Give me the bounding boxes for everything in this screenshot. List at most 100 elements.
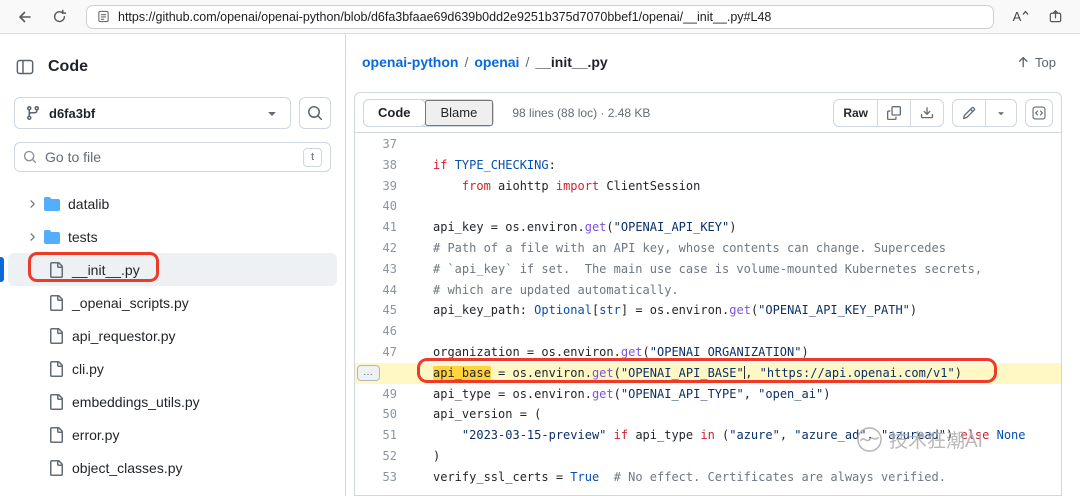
tree-item-label: tests — [68, 229, 98, 245]
code-line: 53 verify_ssl_certs = True # No effect. C… — [355, 467, 1061, 488]
file-icon — [48, 328, 64, 344]
tree-item-label: embeddings_utils.py — [72, 394, 200, 410]
breadcrumb-repo-link[interactable]: openai-python — [362, 54, 458, 70]
line-number[interactable]: 37 — [355, 134, 397, 155]
code-symbol-icon — [1032, 106, 1046, 120]
tree-item-label: datalib — [68, 196, 109, 212]
tree-item[interactable]: _openai_scripts.py — [8, 286, 337, 319]
breadcrumb-file-name: __init__.py — [535, 54, 607, 70]
sidebar-title: Code — [48, 58, 88, 76]
code-line-text: "2023-03-15-preview" if api_type in ("az… — [433, 425, 1026, 446]
tree-item[interactable]: __init__.py — [8, 253, 337, 286]
tree-item[interactable]: api_requestor.py — [8, 319, 337, 352]
git-branch-icon — [25, 105, 41, 121]
file-icon — [48, 361, 64, 377]
branch-selector-button[interactable]: d6fa3bf — [14, 97, 291, 129]
line-number[interactable]: 52 — [355, 446, 397, 467]
tree-item[interactable]: embeddings_utils.py — [8, 385, 337, 418]
code-line: 46 — [355, 321, 1061, 342]
code-line: 45 api_key_path: Optional[str] = os.envir… — [355, 300, 1061, 321]
chevron-right-icon — [26, 231, 38, 243]
arrow-up-icon — [1016, 55, 1030, 69]
go-to-file-placeholder: Go to file — [45, 149, 295, 165]
file-view-main: openai-python / openai / __init__.py Top… — [346, 34, 1080, 496]
code-line: 43# `api_key` if set. The main use case … — [355, 259, 1061, 280]
line-number[interactable]: 41 — [355, 217, 397, 238]
code-line-text: organization = os.environ.get("OPENAI_OR… — [433, 342, 809, 363]
code-line: 44# which are updated automatically. — [355, 280, 1061, 301]
code-lines: 3738 if TYPE_CHECKING: 39 from aiohttp imp… — [355, 133, 1061, 488]
refresh-icon[interactable] — [46, 4, 72, 30]
breadcrumb-dir-link[interactable]: openai — [474, 54, 519, 70]
file-meta-info: 98 lines (88 loc) · 2.48 KB — [512, 106, 650, 120]
code-line: 49 api_type = os.environ.get("OPENAI_API_… — [355, 384, 1061, 405]
go-to-file-input[interactable]: Go to file t — [14, 142, 331, 172]
tree-item-label: object_classes.py — [72, 460, 183, 476]
search-this-repo-button[interactable] — [299, 97, 331, 129]
read-aloud-icon[interactable]: A — [1008, 4, 1034, 30]
file-toolbar: Code Blame 98 lines (88 loc) · 2.48 KB R… — [355, 93, 1061, 133]
code-blame-switcher: Code Blame — [363, 99, 494, 127]
line-number[interactable]: 49 — [355, 384, 397, 405]
code-line: 37 — [355, 134, 1061, 155]
line-number[interactable]: 38 — [355, 155, 397, 176]
line-number[interactable]: 53 — [355, 467, 397, 488]
back-to-top-link[interactable]: Top — [1016, 55, 1056, 70]
raw-button[interactable]: Raw — [834, 100, 877, 126]
breadcrumb: openai-python / openai / __init__.py Top — [346, 34, 1080, 72]
tree-item[interactable]: error.py — [8, 418, 337, 451]
line-number[interactable]: 47 — [355, 342, 397, 363]
code-line-text: verify_ssl_certs = True # No effect. Cer… — [433, 467, 946, 488]
line-number[interactable]: 43 — [355, 259, 397, 280]
tree-item[interactable]: tests — [8, 220, 337, 253]
code-line-text: from aiohttp import ClientSession — [433, 176, 700, 197]
tab-blame[interactable]: Blame — [425, 100, 494, 126]
line-number[interactable]: 40 — [355, 196, 397, 217]
search-icon — [307, 105, 323, 121]
line-number[interactable]: 51 — [355, 425, 397, 446]
browser-extra-icon[interactable] — [1042, 4, 1068, 30]
line-number[interactable]: 45 — [355, 300, 397, 321]
code-line: 50api_version = ( — [355, 404, 1061, 425]
code-line-text: if TYPE_CHECKING: — [433, 155, 556, 176]
code-line: 51 "2023-03-15-preview" if api_type in (… — [355, 425, 1061, 446]
back-icon[interactable] — [12, 4, 38, 30]
chevron-right-icon — [26, 198, 38, 210]
file-icon — [48, 427, 64, 443]
code-line: 52) — [355, 446, 1061, 467]
chevron-down-icon — [264, 105, 280, 121]
download-icon[interactable] — [910, 100, 943, 126]
url-text: https://github.com/openai/openai-python/… — [118, 10, 771, 24]
address-bar[interactable]: https://github.com/openai/openai-python/… — [86, 5, 994, 29]
tree-item[interactable]: object_classes.py — [8, 451, 337, 484]
tree-item-label: error.py — [72, 427, 119, 443]
edit-button-group — [952, 99, 1017, 127]
code-line-text: api_key_path: Optional[str] = os.environ… — [433, 300, 917, 321]
code-line-text: api_base = os.environ.get("OPENAI_API_BA… — [433, 363, 962, 384]
code-line-text: api_type = os.environ.get("OPENAI_API_TY… — [433, 384, 830, 405]
code-line: … api_base = os.environ.get("OPENAI_API_B… — [355, 363, 1061, 384]
tree-item[interactable]: cli.py — [8, 352, 337, 385]
copy-icon[interactable] — [877, 100, 910, 126]
search-icon — [23, 150, 37, 164]
line-number[interactable]: 42 — [355, 238, 397, 259]
code-line: 41api_key = os.environ.get("OPENAI_API_K… — [355, 217, 1061, 238]
code-line-text: # Path of a file with an API key, whose … — [433, 238, 946, 259]
file-icon — [48, 460, 64, 476]
file-tree: datalib tests __init__.py _openai_scripts.p… — [0, 187, 345, 484]
symbols-panel-button[interactable] — [1025, 99, 1053, 127]
line-number[interactable]: 50 — [355, 404, 397, 425]
keyboard-shortcut-badge: t — [303, 148, 322, 167]
line-actions-button[interactable]: … — [357, 365, 380, 381]
site-info-icon[interactable] — [97, 10, 110, 23]
line-number[interactable]: 39 — [355, 176, 397, 197]
line-number[interactable]: 44 — [355, 280, 397, 301]
tree-item[interactable]: datalib — [8, 187, 337, 220]
tab-code[interactable]: Code — [363, 99, 426, 127]
edit-pencil-icon[interactable] — [953, 100, 985, 126]
tree-item-label: _openai_scripts.py — [72, 295, 189, 311]
edit-dropdown-caret-icon[interactable] — [985, 100, 1016, 126]
line-number[interactable]: 46 — [355, 321, 397, 342]
file-icon — [48, 394, 64, 410]
sidebar-panel-icon[interactable] — [16, 58, 34, 76]
